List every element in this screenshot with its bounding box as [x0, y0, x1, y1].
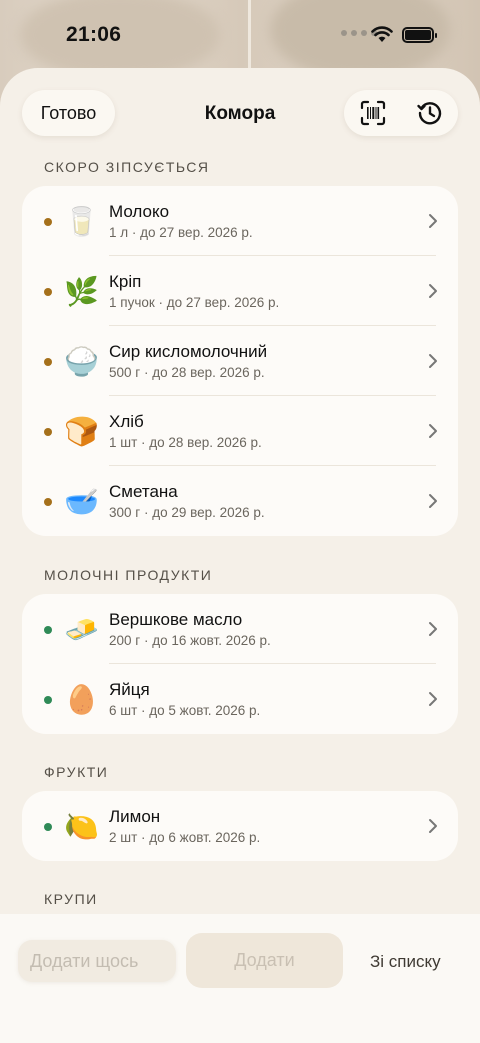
- wifi-icon: [371, 26, 393, 42]
- section-header-fruits: ФРУКТИ: [44, 764, 109, 780]
- item-name: Яйця: [109, 680, 150, 699]
- chevron-right-icon: [429, 819, 437, 833]
- list-item[interactable]: 🥛 Молоко 1 л · до 27 вер. 2026 р.: [22, 186, 458, 256]
- item-meta: 1 шт · до 28 вер. 2026 р.: [109, 435, 262, 450]
- add-item-input[interactable]: [18, 940, 176, 982]
- chevron-right-icon: [429, 284, 437, 298]
- item-meta: 6 шт · до 5 жовт. 2026 р.: [109, 703, 261, 718]
- item-name: Хліб: [109, 412, 144, 431]
- item-name: Лимон: [109, 807, 161, 826]
- item-meta: 300 г · до 29 вер. 2026 р.: [109, 505, 265, 520]
- list-item[interactable]: 🥣 Сметана 300 г · до 29 вер. 2026 р.: [22, 466, 458, 536]
- chevron-right-icon: [429, 354, 437, 368]
- pantry-sheet: Готово Комора СКОРО ЗІПСУЄТЬСЯ 🥛 Молоко …: [0, 68, 480, 1043]
- status-dot: [44, 696, 52, 704]
- chevron-right-icon: [429, 494, 437, 508]
- battery-icon: [402, 27, 437, 43]
- item-meta: 200 г · до 16 жовт. 2026 р.: [109, 633, 271, 648]
- dill-icon: 🌿: [64, 276, 99, 307]
- history-button[interactable]: [410, 93, 450, 133]
- section-header-dairy: МОЛОЧНІ ПРОДУКТИ: [44, 567, 213, 583]
- sour-cream-icon: 🥣: [64, 486, 99, 517]
- navigation-bar: Готово Комора: [0, 68, 480, 158]
- chevron-right-icon: [429, 692, 437, 706]
- cottage-cheese-icon: 🍚: [64, 346, 99, 377]
- item-meta: 1 л · до 27 вер. 2026 р.: [109, 225, 253, 240]
- status-dot: [44, 626, 52, 634]
- section-header-grains: КРУПИ: [44, 891, 98, 907]
- item-name: Вершкове масло: [109, 610, 243, 629]
- status-dot: [44, 823, 52, 831]
- barcode-scan-button[interactable]: [353, 93, 393, 133]
- butter-icon: 🧈: [64, 614, 99, 645]
- status-dot: [44, 498, 52, 506]
- status-time: 21:06: [66, 23, 122, 46]
- item-name: Молоко: [109, 202, 170, 221]
- list-item[interactable]: 🌿 Кріп 1 пучок · до 27 вер. 2026 р.: [22, 256, 458, 326]
- from-list-button[interactable]: Зі списку: [370, 952, 441, 972]
- status-dot: [44, 428, 52, 436]
- chevron-right-icon: [429, 622, 437, 636]
- status-bar: 21:06: [0, 0, 480, 70]
- list-item[interactable]: 🍞 Хліб 1 шт · до 28 вер. 2026 р.: [22, 396, 458, 466]
- add-button[interactable]: Додати: [186, 933, 343, 988]
- item-meta: 1 пучок · до 27 вер. 2026 р.: [109, 295, 280, 310]
- milk-icon: 🥛: [64, 206, 99, 237]
- list-item[interactable]: 🍋 Лимон 2 шт · до 6 жовт. 2026 р.: [22, 791, 458, 861]
- list-item[interactable]: 🍚 Сир кисломолочний 500 г · до 28 вер. 2…: [22, 326, 458, 396]
- list-item[interactable]: 🧈 Вершкове масло 200 г · до 16 жовт. 202…: [22, 594, 458, 664]
- chevron-right-icon: [429, 424, 437, 438]
- history-icon: [416, 102, 441, 125]
- lemon-icon: 🍋: [64, 811, 99, 842]
- item-meta: 500 г · до 28 вер. 2026 р.: [109, 365, 265, 380]
- bread-icon: 🍞: [64, 416, 99, 447]
- eggs-icon: 🥚: [64, 684, 99, 715]
- section-card-dairy: 🧈 Вершкове масло 200 г · до 16 жовт. 202…: [22, 594, 458, 734]
- pantry-screen: 21:06 Готово Комора СКОРО ЗІПСУЄТЬСЯ 🥛 М…: [0, 0, 480, 1043]
- section-card-fruits: 🍋 Лимон 2 шт · до 6 жовт. 2026 р.: [22, 791, 458, 861]
- item-name: Сметана: [109, 482, 178, 501]
- toolbar-group: [344, 90, 458, 136]
- section-header-expiring: СКОРО ЗІПСУЄТЬСЯ: [44, 159, 210, 175]
- status-dot: [44, 288, 52, 296]
- list-item[interactable]: 🥚 Яйця 6 шт · до 5 жовт. 2026 р.: [22, 664, 458, 734]
- status-dot: [44, 218, 52, 226]
- add-item-bar: Додати Зі списку: [0, 914, 480, 1043]
- item-meta: 2 шт · до 6 жовт. 2026 р.: [109, 830, 261, 845]
- status-dot: [44, 358, 52, 366]
- section-card-expiring: 🥛 Молоко 1 л · до 27 вер. 2026 р. 🌿 Кріп…: [22, 186, 458, 536]
- item-name: Сир кисломолочний: [109, 342, 268, 361]
- barcode-scan-icon: [360, 100, 385, 126]
- chevron-right-icon: [429, 214, 437, 228]
- item-name: Кріп: [109, 272, 142, 291]
